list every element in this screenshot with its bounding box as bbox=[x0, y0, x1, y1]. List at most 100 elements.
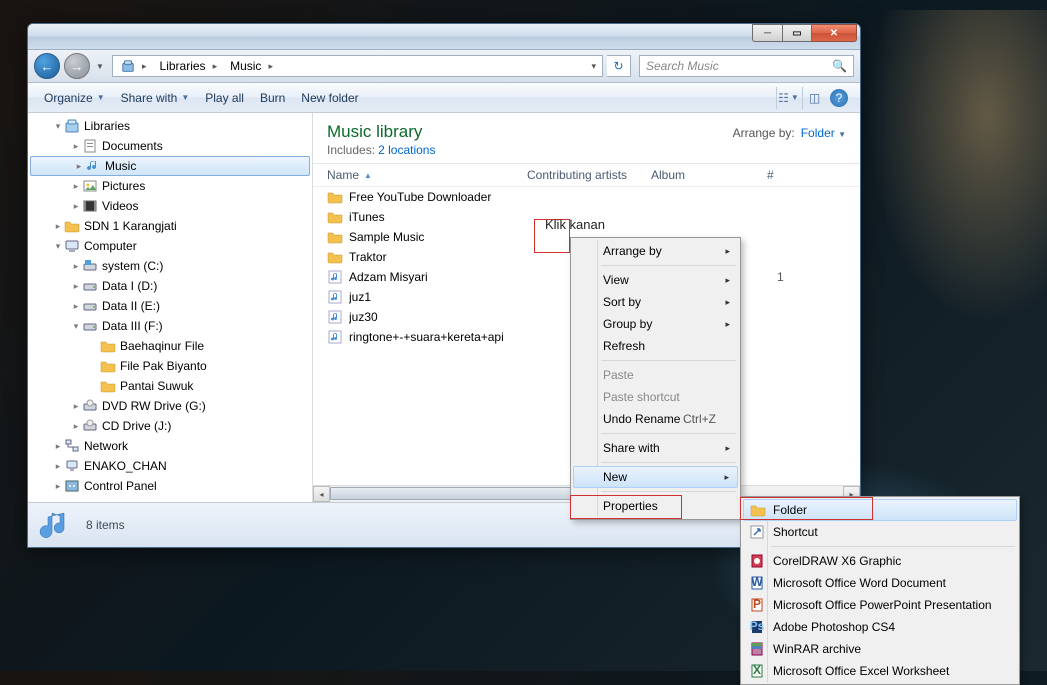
tree-item[interactable]: ▸Control Panel bbox=[28, 476, 312, 496]
tree-item[interactable]: ▸SDN 1 Karangjati bbox=[28, 216, 312, 236]
tree-item[interactable]: ▾Data III (F:) bbox=[28, 316, 312, 336]
column-headers[interactable]: Name▲ Contributing artists Album # bbox=[313, 164, 860, 187]
titlebar[interactable]: ─ ▭ ✕ bbox=[28, 24, 860, 50]
file-number: 1 bbox=[777, 270, 837, 284]
minimize-button[interactable]: ─ bbox=[752, 24, 782, 42]
file-row[interactable]: Free YouTube Downloader bbox=[313, 187, 860, 207]
maximize-button[interactable]: ▭ bbox=[782, 24, 812, 42]
ctx-properties[interactable]: Properties bbox=[573, 495, 738, 517]
audio-icon bbox=[327, 329, 343, 345]
tree-expander[interactable]: ▸ bbox=[70, 281, 82, 292]
tree-expander[interactable]: ▸ bbox=[70, 421, 82, 432]
tree-item[interactable]: ▸Pictures bbox=[28, 176, 312, 196]
ctx-new-cdr[interactable]: CorelDRAW X6 Graphic bbox=[743, 550, 1017, 572]
help-button[interactable]: ? bbox=[830, 89, 848, 107]
burn-button[interactable]: Burn bbox=[252, 87, 293, 109]
tree-label: Videos bbox=[102, 199, 138, 213]
ctx-view[interactable]: View▸ bbox=[573, 269, 738, 291]
tree-item[interactable]: ▸Network bbox=[28, 436, 312, 456]
tree-expander[interactable]: ▸ bbox=[73, 161, 85, 172]
tree-expander[interactable]: ▸ bbox=[70, 261, 82, 272]
ctx-new-shortcut[interactable]: Shortcut bbox=[743, 521, 1017, 543]
new-folder-button[interactable]: New folder bbox=[293, 87, 366, 109]
address-dropdown[interactable]: ▾ bbox=[588, 61, 599, 72]
tree-item[interactable]: ▸Music bbox=[30, 156, 310, 176]
ctx-paste-shortcut: Paste shortcut bbox=[573, 386, 738, 408]
tree-item[interactable]: ▸CD Drive (J:) bbox=[28, 416, 312, 436]
tree-expander[interactable]: ▸ bbox=[70, 301, 82, 312]
close-button[interactable]: ✕ bbox=[812, 24, 857, 42]
ctx-undo-rename[interactable]: Undo RenameCtrl+Z bbox=[573, 408, 738, 430]
ctx-new-xls[interactable]: XMicrosoft Office Excel Worksheet bbox=[743, 660, 1017, 682]
tree-expander[interactable]: ▸ bbox=[70, 401, 82, 412]
ctx-share-with[interactable]: Share with▸ bbox=[573, 437, 738, 459]
tree-item[interactable]: ▸Data I (D:) bbox=[28, 276, 312, 296]
address-bar[interactable]: ▸ Libraries ▸ Music ▸ ▾ bbox=[112, 55, 603, 77]
breadcrumb-label: Libraries bbox=[160, 59, 206, 73]
ctx-item-label: Folder bbox=[773, 503, 807, 517]
back-button[interactable]: ← bbox=[34, 53, 60, 79]
tree-expander[interactable]: ▸ bbox=[70, 201, 82, 212]
libraries-icon bbox=[64, 118, 80, 134]
navigation-tree[interactable]: ▾Libraries▸Documents▸Music▸Pictures▸Vide… bbox=[28, 113, 313, 502]
scroll-left-button[interactable]: ◂ bbox=[313, 486, 330, 502]
forward-button[interactable]: → bbox=[64, 53, 90, 79]
tree-item[interactable]: Baehaqinur File bbox=[28, 336, 312, 356]
ctx-new-ppt[interactable]: PMicrosoft Office PowerPoint Presentatio… bbox=[743, 594, 1017, 616]
column-name[interactable]: Name▲ bbox=[327, 168, 527, 182]
tree-expander[interactable]: ▸ bbox=[52, 221, 64, 232]
audio-icon bbox=[327, 269, 343, 285]
annotation-label: Klik kanan bbox=[545, 217, 605, 232]
context-menu-main[interactable]: Arrange by▸ View▸ Sort by▸ Group by▸ Ref… bbox=[570, 237, 741, 520]
ctx-refresh[interactable]: Refresh bbox=[573, 335, 738, 357]
ctx-group-by[interactable]: Group by▸ bbox=[573, 313, 738, 335]
tree-item[interactable]: ▾Libraries bbox=[28, 116, 312, 136]
tree-expander[interactable]: ▾ bbox=[52, 241, 64, 252]
organize-menu[interactable]: Organize▼ bbox=[36, 87, 113, 109]
column-album[interactable]: Album bbox=[651, 168, 767, 182]
tree-item[interactable]: ▸Documents bbox=[28, 136, 312, 156]
ctx-new-rar[interactable]: WinRAR archive bbox=[743, 638, 1017, 660]
breadcrumb-music[interactable]: Music ▸ bbox=[225, 56, 281, 76]
share-menu[interactable]: Share with▼ bbox=[113, 87, 198, 109]
tree-item[interactable]: ▸ENAKO_CHAN bbox=[28, 456, 312, 476]
tree-expander[interactable]: ▸ bbox=[70, 181, 82, 192]
breadcrumb-root[interactable]: ▸ bbox=[116, 56, 155, 76]
play-all-button[interactable]: Play all bbox=[197, 87, 252, 109]
history-dropdown[interactable]: ▼ bbox=[94, 57, 106, 75]
search-input[interactable]: Search Music 🔍 bbox=[639, 55, 854, 77]
tree-expander[interactable]: ▾ bbox=[52, 121, 64, 132]
tree-expander[interactable]: ▸ bbox=[52, 461, 64, 472]
column-contributing[interactable]: Contributing artists bbox=[527, 168, 651, 182]
column-number[interactable]: # bbox=[767, 168, 827, 182]
ctx-sort-by[interactable]: Sort by▸ bbox=[573, 291, 738, 313]
ctx-new-word[interactable]: WMicrosoft Office Word Document bbox=[743, 572, 1017, 594]
file-name: Traktor bbox=[349, 250, 537, 264]
tree-item[interactable]: File Pak Biyanto bbox=[28, 356, 312, 376]
tree-item[interactable]: Pantai Suwuk bbox=[28, 376, 312, 396]
ctx-new-psd[interactable]: PsAdobe Photoshop CS4 bbox=[743, 616, 1017, 638]
tree-expander[interactable]: ▸ bbox=[52, 441, 64, 452]
ctx-arrange-by[interactable]: Arrange by▸ bbox=[573, 240, 738, 262]
context-menu-new[interactable]: Folder Shortcut CorelDRAW X6 GraphicWMicro… bbox=[740, 496, 1020, 685]
pic-lib-icon bbox=[82, 178, 98, 194]
tree-item[interactable]: ▸ Videos bbox=[28, 196, 312, 216]
tree-expander[interactable]: ▸ bbox=[52, 481, 64, 492]
refresh-button[interactable]: ↻ bbox=[607, 55, 631, 77]
file-name: Sample Music bbox=[349, 230, 537, 244]
ctx-new-folder[interactable]: Folder bbox=[743, 499, 1017, 521]
ctx-new[interactable]: New▸ bbox=[573, 466, 738, 488]
tree-item[interactable]: ▸DVD RW Drive (G:) bbox=[28, 396, 312, 416]
word-icon: W bbox=[749, 575, 765, 591]
preview-pane-button[interactable]: ◫ bbox=[802, 87, 826, 109]
tree-item[interactable]: ▾Computer bbox=[28, 236, 312, 256]
tree-expander[interactable]: ▾ bbox=[70, 321, 82, 332]
tree-expander[interactable]: ▸ bbox=[70, 141, 82, 152]
arrange-by-control[interactable]: Arrange by: Folder ▼ bbox=[733, 122, 846, 140]
locations-link[interactable]: 2 locations bbox=[378, 143, 435, 157]
vid-lib-icon bbox=[82, 198, 98, 214]
tree-item[interactable]: ▸Data II (E:) bbox=[28, 296, 312, 316]
view-options-button[interactable]: ☷ ▼ bbox=[776, 87, 800, 109]
tree-item[interactable]: ▸system (C:) bbox=[28, 256, 312, 276]
breadcrumb-libraries[interactable]: Libraries ▸ bbox=[155, 56, 226, 76]
